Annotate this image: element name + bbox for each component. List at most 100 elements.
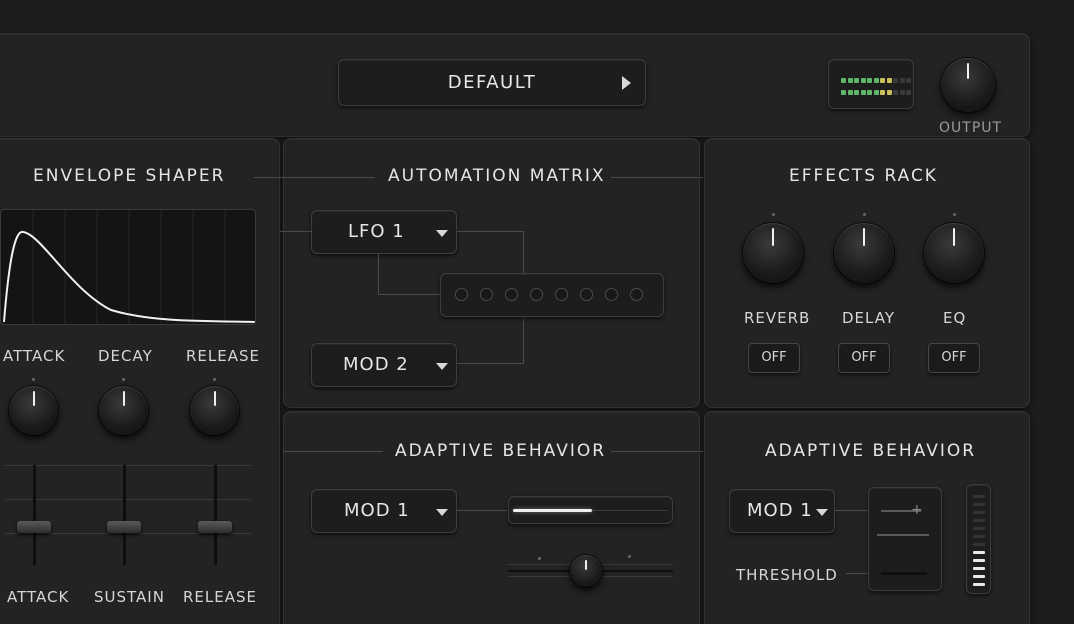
meter-led xyxy=(860,78,866,83)
meter-led xyxy=(899,78,905,83)
vertical-meter-led xyxy=(973,543,985,546)
route-line xyxy=(835,510,869,511)
title-rule xyxy=(283,451,383,452)
vertical-meter-led xyxy=(973,519,985,522)
eq-label: EQ xyxy=(943,309,967,327)
caret-down-icon xyxy=(436,363,448,370)
mod-slot-strip xyxy=(440,273,664,317)
vertical-meter-led xyxy=(973,527,985,530)
threshold-control[interactable]: + xyxy=(868,487,942,591)
amount-bar[interactable] xyxy=(508,496,673,524)
route-line xyxy=(523,316,524,363)
route-line xyxy=(523,231,524,274)
fader-label-sustain: SUSTAIN xyxy=(94,588,165,606)
release-knob[interactable] xyxy=(190,386,239,435)
adaptive-left-title: ADAPTIVE BEHAVIOR xyxy=(395,441,607,461)
source-1-dropdown[interactable]: LFO 1 xyxy=(311,210,457,254)
adaptive-right-source-value: MOD 1 xyxy=(747,500,813,521)
vertical-meter-led xyxy=(973,503,985,506)
vertical-meter xyxy=(966,484,991,594)
title-rule xyxy=(611,177,703,178)
threshold-line xyxy=(881,572,927,575)
env-knob-label-attack: ATTACK xyxy=(3,347,66,365)
delay-knob[interactable] xyxy=(834,223,894,283)
meter-led xyxy=(906,90,911,95)
delay-label: DELAY xyxy=(842,309,895,327)
release-fader-handle[interactable] xyxy=(198,521,232,533)
output-label: OUTPUT xyxy=(939,120,1003,136)
reverb-knob[interactable] xyxy=(743,223,803,283)
meter-led xyxy=(841,90,846,95)
mod-slot[interactable] xyxy=(455,288,468,301)
fader-label-release: RELEASE xyxy=(183,588,257,606)
env-knob-label-decay: DECAY xyxy=(98,347,153,365)
caret-down-icon xyxy=(436,509,448,516)
source-1-value: LFO 1 xyxy=(348,221,405,242)
vertical-meter-led xyxy=(973,511,985,514)
envelope-graph[interactable] xyxy=(0,209,256,325)
effects-title: EFFECTS RACK xyxy=(789,166,938,186)
envelope-title: ENVELOPE SHAPER xyxy=(33,166,226,186)
adaptive-left-source-dropdown[interactable]: MOD 1 xyxy=(311,489,457,533)
threshold-line xyxy=(877,534,929,536)
meter-led xyxy=(893,90,898,95)
fader-track xyxy=(33,465,36,565)
route-line xyxy=(457,363,524,364)
mod-slot[interactable] xyxy=(605,288,618,301)
meter-leds xyxy=(829,60,915,110)
tick-dot xyxy=(122,378,125,381)
meter-led xyxy=(906,78,911,83)
meter-led xyxy=(880,90,885,95)
tick-dot xyxy=(863,213,866,216)
eq-knob[interactable] xyxy=(924,223,984,283)
reverb-toggle-button[interactable]: OFF xyxy=(748,343,800,373)
meter-led xyxy=(867,78,872,83)
mod-slot[interactable] xyxy=(480,288,493,301)
amount-bar-fill xyxy=(513,509,592,512)
source-2-dropdown[interactable]: MOD 2 xyxy=(311,343,457,387)
route-line xyxy=(280,231,312,232)
attack-knob[interactable] xyxy=(9,386,58,435)
caret-down-icon xyxy=(436,230,448,237)
title-rule xyxy=(254,177,284,178)
meter-led xyxy=(854,78,859,83)
adaptive-right-title: ADAPTIVE BEHAVIOR xyxy=(765,441,977,461)
output-knob[interactable] xyxy=(941,58,995,112)
vertical-meter-led xyxy=(973,551,985,554)
adaptive-right-source-dropdown[interactable]: MOD 1 xyxy=(729,489,835,533)
vertical-meter-led xyxy=(973,495,985,498)
mod-slot[interactable] xyxy=(630,288,643,301)
reverb-label: REVERB xyxy=(744,309,811,327)
play-icon[interactable] xyxy=(622,76,631,90)
fader-label-attack: ATTACK xyxy=(7,588,70,606)
tick-dot xyxy=(772,213,775,216)
delay-toggle-button[interactable]: OFF xyxy=(838,343,890,373)
fader-track xyxy=(214,465,217,565)
tick-dot xyxy=(32,378,35,381)
meter-led xyxy=(880,78,885,83)
meter-led xyxy=(847,90,853,95)
attack-fader-handle[interactable] xyxy=(17,521,51,533)
vertical-meter-led xyxy=(973,567,985,570)
route-line xyxy=(457,231,523,232)
position-slider-handle[interactable] xyxy=(570,555,602,587)
meter-led xyxy=(886,78,892,83)
env-knob-label-release: RELEASE xyxy=(186,347,260,365)
mod-slot[interactable] xyxy=(530,288,543,301)
sustain-fader-handle[interactable] xyxy=(107,521,141,533)
eq-toggle-button[interactable]: OFF xyxy=(928,343,980,373)
automation-title: AUTOMATION MATRIX xyxy=(388,166,606,186)
mod-slot[interactable] xyxy=(580,288,593,301)
plus-icon[interactable]: + xyxy=(911,502,923,518)
meter-led xyxy=(841,78,846,83)
preset-selector[interactable]: DEFAULT xyxy=(338,59,646,106)
mod-slot[interactable] xyxy=(505,288,518,301)
mod-slot[interactable] xyxy=(555,288,568,301)
position-slider[interactable] xyxy=(508,555,673,589)
title-rule xyxy=(611,451,703,452)
tick-dot xyxy=(953,213,956,216)
meter-led xyxy=(886,90,892,95)
meter-led xyxy=(873,90,879,95)
decay-knob[interactable] xyxy=(99,386,148,435)
source-2-value: MOD 2 xyxy=(343,354,409,375)
